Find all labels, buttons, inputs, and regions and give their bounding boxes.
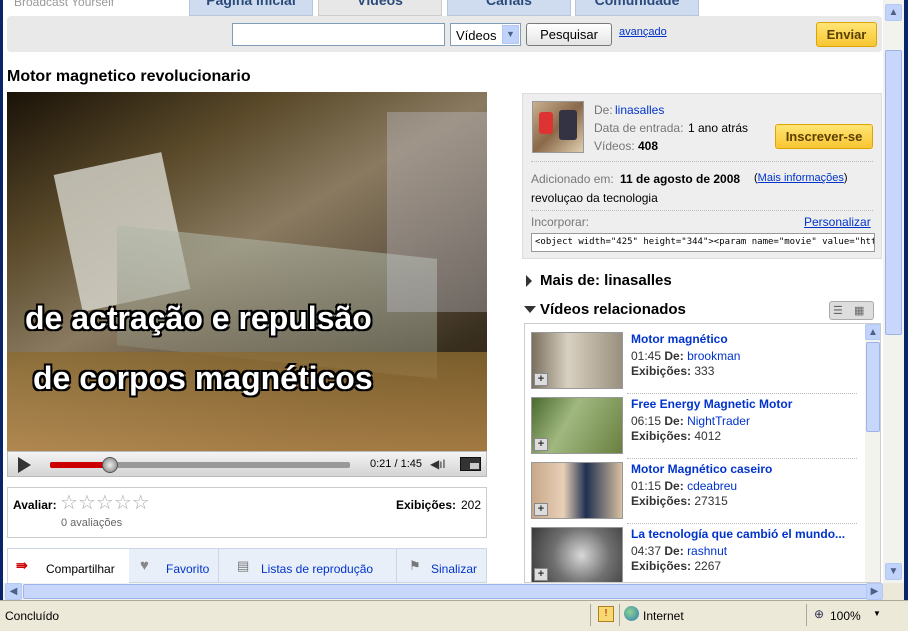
embed-code-field[interactable]: <object width="425" height="344"><param … bbox=[531, 233, 875, 252]
grid-view-icon[interactable]: ▦ bbox=[854, 304, 864, 317]
favorite-tab[interactable]: ♥ Favorito bbox=[130, 549, 217, 583]
related-scrollbar[interactable]: ▲ bbox=[865, 324, 880, 582]
list-item[interactable]: + Free Energy Magnetic Motor 06:15 De: N… bbox=[531, 395, 861, 457]
star-icon[interactable]: ☆ bbox=[114, 492, 132, 514]
view-toggle[interactable]: ☰ ▦ bbox=[829, 301, 874, 320]
add-icon[interactable]: + bbox=[534, 503, 548, 516]
header-bar: Broadcast Yourself Página inicial Vídeos… bbox=[3, 0, 883, 17]
zoom-level[interactable]: 100% bbox=[830, 609, 861, 623]
video-caption-line-1: de actração e repulsão bbox=[25, 300, 372, 336]
tab-community[interactable]: Comunidade bbox=[575, 0, 699, 16]
triangle-down-icon bbox=[524, 306, 536, 313]
scroll-right-icon[interactable]: ▶ bbox=[866, 583, 883, 600]
tab-channels[interactable]: Canais bbox=[447, 0, 571, 16]
rating-label: Avaliar: bbox=[13, 498, 57, 512]
scroll-down-icon[interactable]: ▼ bbox=[885, 563, 902, 580]
progress-handle[interactable] bbox=[102, 457, 118, 473]
zoom-dropdown-icon[interactable]: ▼ bbox=[873, 609, 881, 618]
advanced-search-link[interactable]: avançado bbox=[619, 26, 667, 38]
progress-fill bbox=[50, 462, 110, 468]
add-icon[interactable]: + bbox=[534, 438, 548, 451]
scroll-thumb[interactable] bbox=[885, 50, 902, 335]
customize-embed-link[interactable]: Personalizar bbox=[804, 215, 871, 229]
security-icon: ! bbox=[598, 606, 614, 622]
related-list: + Motor magnético 01:45 De: brookman Exi… bbox=[524, 323, 881, 583]
progress-track[interactable] bbox=[50, 457, 350, 473]
playlists-tab[interactable]: ▤ Listas de reprodução bbox=[218, 549, 395, 583]
page-scrollbar-horizontal[interactable]: ◀ ▶ bbox=[3, 583, 883, 600]
play-icon[interactable] bbox=[18, 457, 31, 473]
fullscreen-icon[interactable] bbox=[460, 457, 481, 471]
browser-viewport: Broadcast Yourself Página inicial Vídeos… bbox=[3, 0, 883, 583]
search-button[interactable]: Pesquisar bbox=[526, 23, 612, 46]
scroll-up-icon[interactable]: ▲ bbox=[865, 324, 880, 340]
zone-text: Internet bbox=[643, 609, 684, 623]
share-icon: ⇛ bbox=[16, 557, 28, 573]
list-item[interactable]: + La tecnología que cambió el mundo... 0… bbox=[531, 525, 861, 582]
volume-icon[interactable]: ◀ıl bbox=[430, 457, 445, 471]
scroll-left-icon[interactable]: ◀ bbox=[5, 583, 22, 600]
uploader-link[interactable]: linasalles bbox=[615, 103, 664, 117]
search-category-select[interactable]: Vídeos ▼ bbox=[450, 23, 521, 46]
search-input[interactable] bbox=[232, 23, 445, 46]
list-item[interactable]: + Motor Magnético caseiro 01:15 De: cdea… bbox=[531, 460, 861, 522]
subscribe-button[interactable]: Inscrever-se bbox=[775, 124, 873, 149]
status-text: Concluído bbox=[5, 609, 60, 623]
scroll-up-icon[interactable]: ▲ bbox=[885, 4, 902, 21]
page-scrollbar-vertical[interactable]: ▲ ▼ bbox=[883, 0, 904, 583]
list-view-icon[interactable]: ☰ bbox=[833, 304, 843, 317]
star-icon[interactable]: ☆ bbox=[78, 492, 96, 514]
tab-videos[interactable]: Vídeos bbox=[318, 0, 442, 16]
views-label: Exibições: bbox=[396, 498, 457, 512]
add-icon[interactable]: + bbox=[534, 373, 548, 386]
star-icon[interactable]: ☆ bbox=[96, 492, 114, 514]
added-date: 11 de agosto de 2008 bbox=[620, 172, 741, 186]
star-icon[interactable]: ☆ bbox=[132, 492, 150, 514]
rating-box: Avaliar: ☆☆☆☆☆ 0 avaliações Exibições: 2… bbox=[7, 487, 487, 538]
search-bar: Vídeos ▼ Pesquisar avançado Enviar bbox=[7, 16, 882, 52]
uploader-avatar[interactable] bbox=[532, 101, 584, 153]
video-thumbnail[interactable]: + bbox=[531, 462, 623, 519]
add-icon[interactable]: + bbox=[534, 568, 548, 581]
player-controls: 0:21 / 1:45 ◀ıl bbox=[7, 451, 487, 477]
upload-button[interactable]: Enviar bbox=[816, 22, 877, 47]
chevron-down-icon: ▼ bbox=[502, 25, 519, 44]
playlist-icon: ▤ bbox=[237, 558, 250, 573]
video-player[interactable]: de actração e repulsão de corpos magnéti… bbox=[7, 92, 487, 451]
related-header[interactable]: Vídeos relacionados ☰ ▦ bbox=[524, 301, 874, 321]
star-icon[interactable]: ☆ bbox=[60, 492, 78, 514]
video-thumbnail[interactable]: + bbox=[531, 527, 623, 582]
share-tab[interactable]: ⇛ Compartilhar bbox=[8, 549, 129, 583]
uploader-box: De: linasalles Data de entrada: 1 ano at… bbox=[522, 93, 882, 259]
video-description: revoluçao da tecnologia bbox=[531, 191, 658, 205]
video-title: Motor magnetico revolucionario bbox=[7, 68, 251, 85]
action-tabs: ⇛ Compartilhar ♥ Favorito ▤ Listas de re… bbox=[7, 548, 487, 583]
tagline: Broadcast Yourself bbox=[14, 0, 115, 9]
triangle-right-icon bbox=[526, 275, 532, 287]
heart-icon: ♥ bbox=[140, 557, 149, 574]
tab-home[interactable]: Página inicial bbox=[189, 0, 313, 16]
more-from-header[interactable]: Mais de: linasalles bbox=[524, 272, 864, 290]
globe-icon bbox=[624, 606, 639, 621]
star-rating[interactable]: ☆☆☆☆☆ bbox=[60, 492, 150, 514]
video-thumbnail[interactable]: + bbox=[531, 397, 623, 454]
scroll-thumb[interactable] bbox=[23, 584, 868, 599]
views-value: 202 bbox=[461, 498, 482, 512]
scroll-thumb[interactable] bbox=[866, 342, 880, 432]
time-display: 0:21 / 1:45 bbox=[370, 458, 422, 470]
list-item[interactable]: + Motor magnético 01:45 De: brookman Exi… bbox=[531, 330, 861, 392]
flag-tab[interactable]: ⚑ Sinalizar bbox=[396, 549, 488, 583]
zoom-icon[interactable]: ⊕ bbox=[814, 607, 824, 621]
rating-count: 0 avaliações bbox=[61, 517, 123, 529]
more-info-link[interactable]: Mais informações bbox=[758, 172, 844, 184]
scrollbar-corner bbox=[883, 583, 904, 600]
flag-icon: ⚑ bbox=[409, 558, 421, 573]
video-thumbnail[interactable]: + bbox=[531, 332, 623, 389]
status-bar: Concluído ! Internet ⊕ 100% ▼ bbox=[0, 600, 908, 631]
video-caption-line-2: de corpos magnéticos bbox=[33, 360, 373, 396]
